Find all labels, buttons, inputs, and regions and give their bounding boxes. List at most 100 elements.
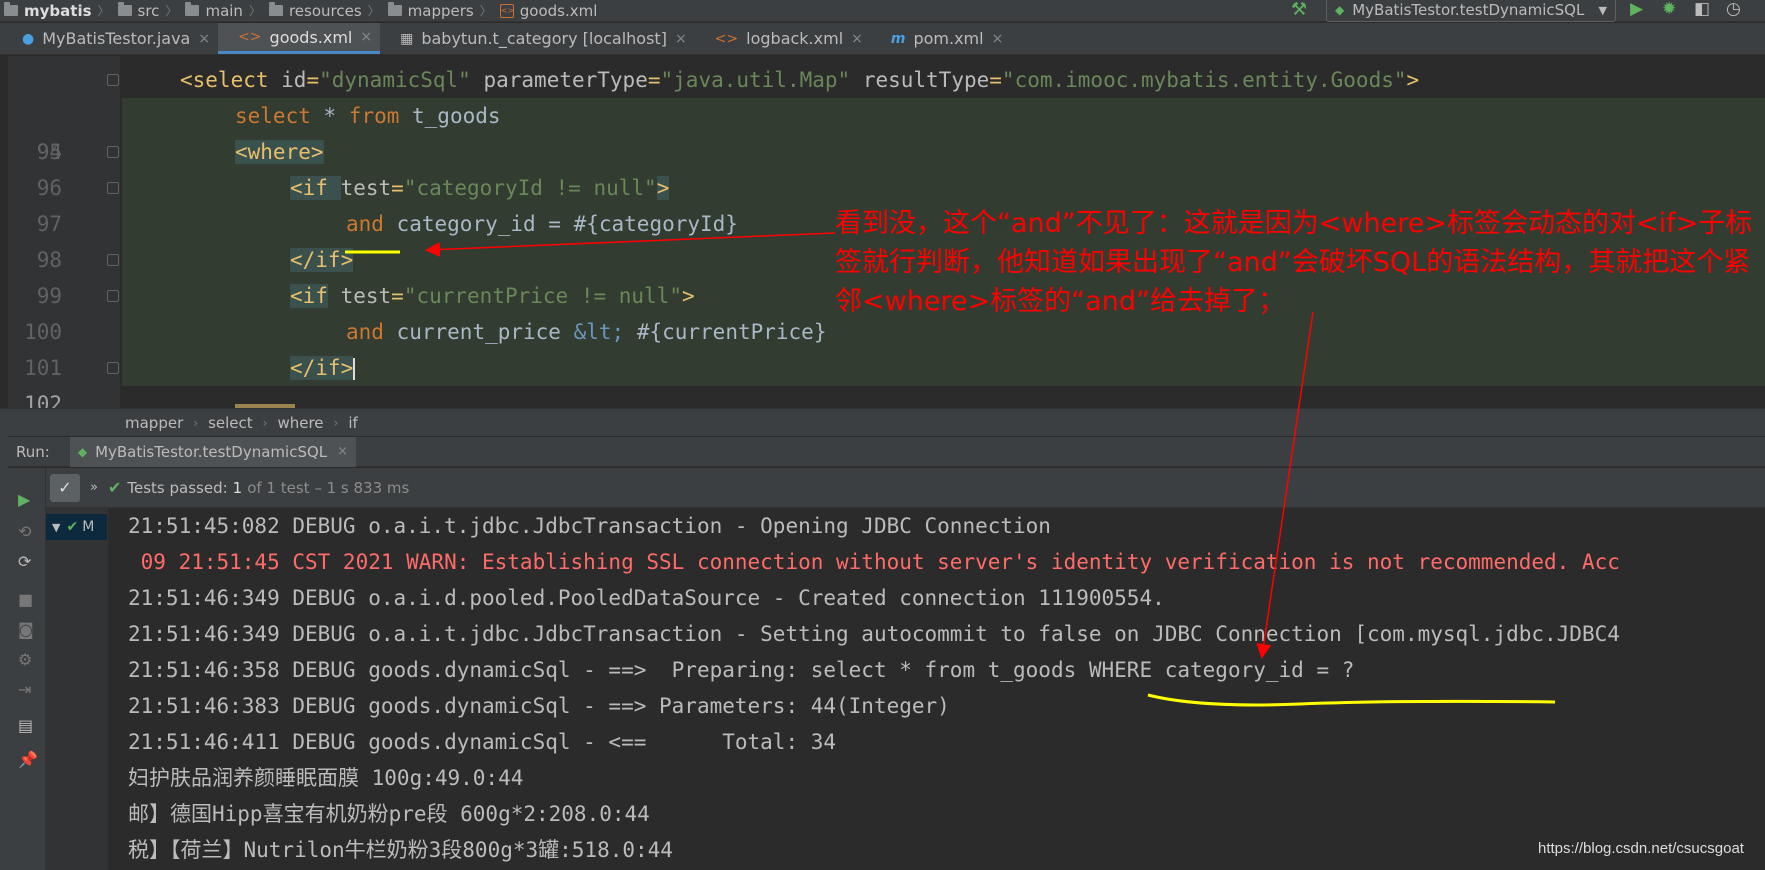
console-line: 21:51:46:411 DEBUG goods.dynamicSql - <=… [128,730,837,754]
breadcrumb-item-select[interactable]: select [208,414,253,432]
chevron-right-icon: › [262,415,268,430]
fold-marker-icon[interactable] [107,74,119,86]
breadcrumb-item-if[interactable]: if [348,414,357,432]
run-icon[interactable]: ▶ [1630,0,1643,19]
sql-text: * [310,104,349,128]
layout-icon[interactable]: ▤ [18,716,33,735]
xml-tag: > [656,176,670,200]
nav-crumb-main[interactable]: main 〉 [181,0,265,22]
watermark: https://blog.csdn.net/csucsgoat [1538,840,1744,857]
exit-icon[interactable]: ⇥ [18,680,31,699]
rerun-icon[interactable]: ▶ [18,490,30,509]
clipped-code-line [235,396,325,408]
run-configuration-select[interactable]: ◆ MyBatisTestor.testDynamicSQL ▼ [1326,0,1616,22]
code-line: 96 <where> [0,134,1765,200]
toggle-autotest-icon[interactable]: ⟳ [18,552,31,571]
test-tree-item[interactable]: ▼ ✔ M [46,514,107,540]
tab-goods-xml[interactable]: <> goods.xml × [218,23,381,54]
xml-tag: <if [290,176,341,200]
close-icon[interactable]: × [992,31,1004,47]
table-icon: ▦ [400,30,414,47]
editor-structure-breadcrumb: mapper › select › where › if [0,408,1765,436]
stop-icon[interactable]: ■ [18,590,33,609]
sql-keyword: and [346,212,384,236]
double-chevron-icon[interactable]: » [90,480,98,495]
console-line: 税】【荷兰】Nutrilon牛栏奶粉3段800g*3罐:518.0:44 [128,838,673,862]
nav-crumb-label: mappers [407,1,474,20]
fold-marker-icon[interactable] [107,290,119,302]
xml-tag: <select [180,68,282,92]
build-hammer-icon[interactable]: ⚒ [1291,0,1307,20]
nav-crumb-file[interactable]: <> goods.xml [496,0,602,22]
nav-crumb-resources[interactable]: resources 〉 [265,0,384,22]
console-line: 邮】德国Hipp喜宝有机奶粉pre段 600g*2:208.0:44 [128,802,650,826]
tab-label: MyBatisTestor.java [42,29,191,48]
close-icon[interactable]: × [198,31,210,47]
tab-pom-xml[interactable]: m pom.xml × [871,23,1011,54]
close-icon[interactable]: × [337,444,348,459]
close-icon[interactable]: × [851,31,863,47]
fold-marker-icon[interactable] [107,182,119,194]
fold-marker-icon[interactable] [107,362,119,374]
tab-logback-xml[interactable]: <> logback.xml × [695,23,871,54]
settings-icon[interactable]: ⚙ [18,650,32,669]
debug-icon[interactable]: ✹ [1662,0,1676,19]
chevron-right-icon: 〉 [165,4,178,18]
nav-crumb-project[interactable]: mybatis 〉 [0,0,114,22]
chevron-down-icon[interactable]: ▼ [52,521,60,534]
close-icon[interactable]: × [360,29,372,45]
coverage-icon[interactable]: ◧ [1694,0,1710,19]
rerun-failed-icon[interactable]: ⟲ [18,522,31,541]
nav-crumb-mappers[interactable]: mappers 〉 [384,0,496,22]
junit-icon: ◆ [77,444,88,459]
console-output[interactable]: 21:51:45:082 DEBUG o.a.i.t.jdbc.JdbcTran… [108,508,1765,870]
nav-crumb-src[interactable]: src 〉 [114,0,182,22]
test-tree-label: M [82,519,95,535]
run-tab[interactable]: ◆ MyBatisTestor.testDynamicSQL × [69,436,357,467]
chevron-right-icon: 〉 [97,4,110,18]
xml-attr: parameterType [483,68,648,92]
xml-attr: test [340,176,392,200]
xml-value: "currentPrice != null" [403,284,682,308]
tab-mybatistestor-java[interactable]: ● MyBatisTestor.java × [0,23,218,54]
tab-label: babytun.t_category [localhost] [421,29,667,48]
annotation-note: 看到没，这个“and”不见了：这就是因为<where>标签会动态的对<if>子标… [835,208,1753,317]
profile-icon[interactable]: ◷ [1726,0,1741,19]
xml-file-icon: <> [499,3,514,18]
camera-icon[interactable]: ◙ [18,620,34,639]
close-icon[interactable]: × [675,31,687,47]
xml-tag: </if> [290,248,354,272]
folder-icon [185,2,200,16]
console-line: 妇护肤品润养颜睡眠面膜 100g:49.0:44 [128,766,524,790]
tab-babytun-t-category[interactable]: ▦ babytun.t_category [localhost] × [380,23,695,54]
tab-label: goods.xml [269,27,353,47]
breadcrumb-item-where[interactable]: where [277,414,323,432]
console-line: 21:51:46:349 DEBUG o.a.i.d.pooled.Pooled… [128,586,1165,610]
chevron-right-icon: › [333,415,339,430]
tests-detail: of 1 test – 1 s 833 ms [247,478,410,497]
fold-marker-icon[interactable] [107,254,119,266]
fold-marker-icon[interactable] [107,146,119,158]
xml-value: "com.imooc.mybatis.entity.Goods" [1001,68,1407,92]
tests-passed-label: Tests passed: [127,478,228,497]
breadcrumb-item-mapper[interactable]: mapper [125,414,183,432]
navigation-bar: mybatis 〉 src 〉 main 〉 resources 〉 mappers 〉 … [0,0,1765,22]
tab-label: logback.xml [746,29,844,48]
xml-value: "categoryId != null" [403,176,657,200]
check-icon: ✓ [58,478,72,497]
show-passed-toggle[interactable]: ✓ [50,473,80,502]
pin-icon[interactable]: 📌 [18,750,38,769]
sql-keyword: select [235,104,311,128]
sql-text: current_price [383,320,574,344]
nav-crumb-label: src [137,1,160,20]
xml-tag: > [1406,68,1420,92]
console-line: 21:51:45:082 DEBUG o.a.i.t.jdbc.JdbcTran… [128,514,1051,538]
chevron-right-icon: 〉 [248,4,261,18]
sql-text: category_id = #{categoryId} [383,212,738,236]
run-tool-window-header: Run: ◆ MyBatisTestor.testDynamicSQL × [8,436,1765,467]
xml-attr: test [327,284,392,308]
junit-icon: ◆ [1335,3,1345,17]
folder-icon [268,2,283,16]
line-number: 102 [24,392,62,408]
java-class-icon: ● [22,30,35,47]
